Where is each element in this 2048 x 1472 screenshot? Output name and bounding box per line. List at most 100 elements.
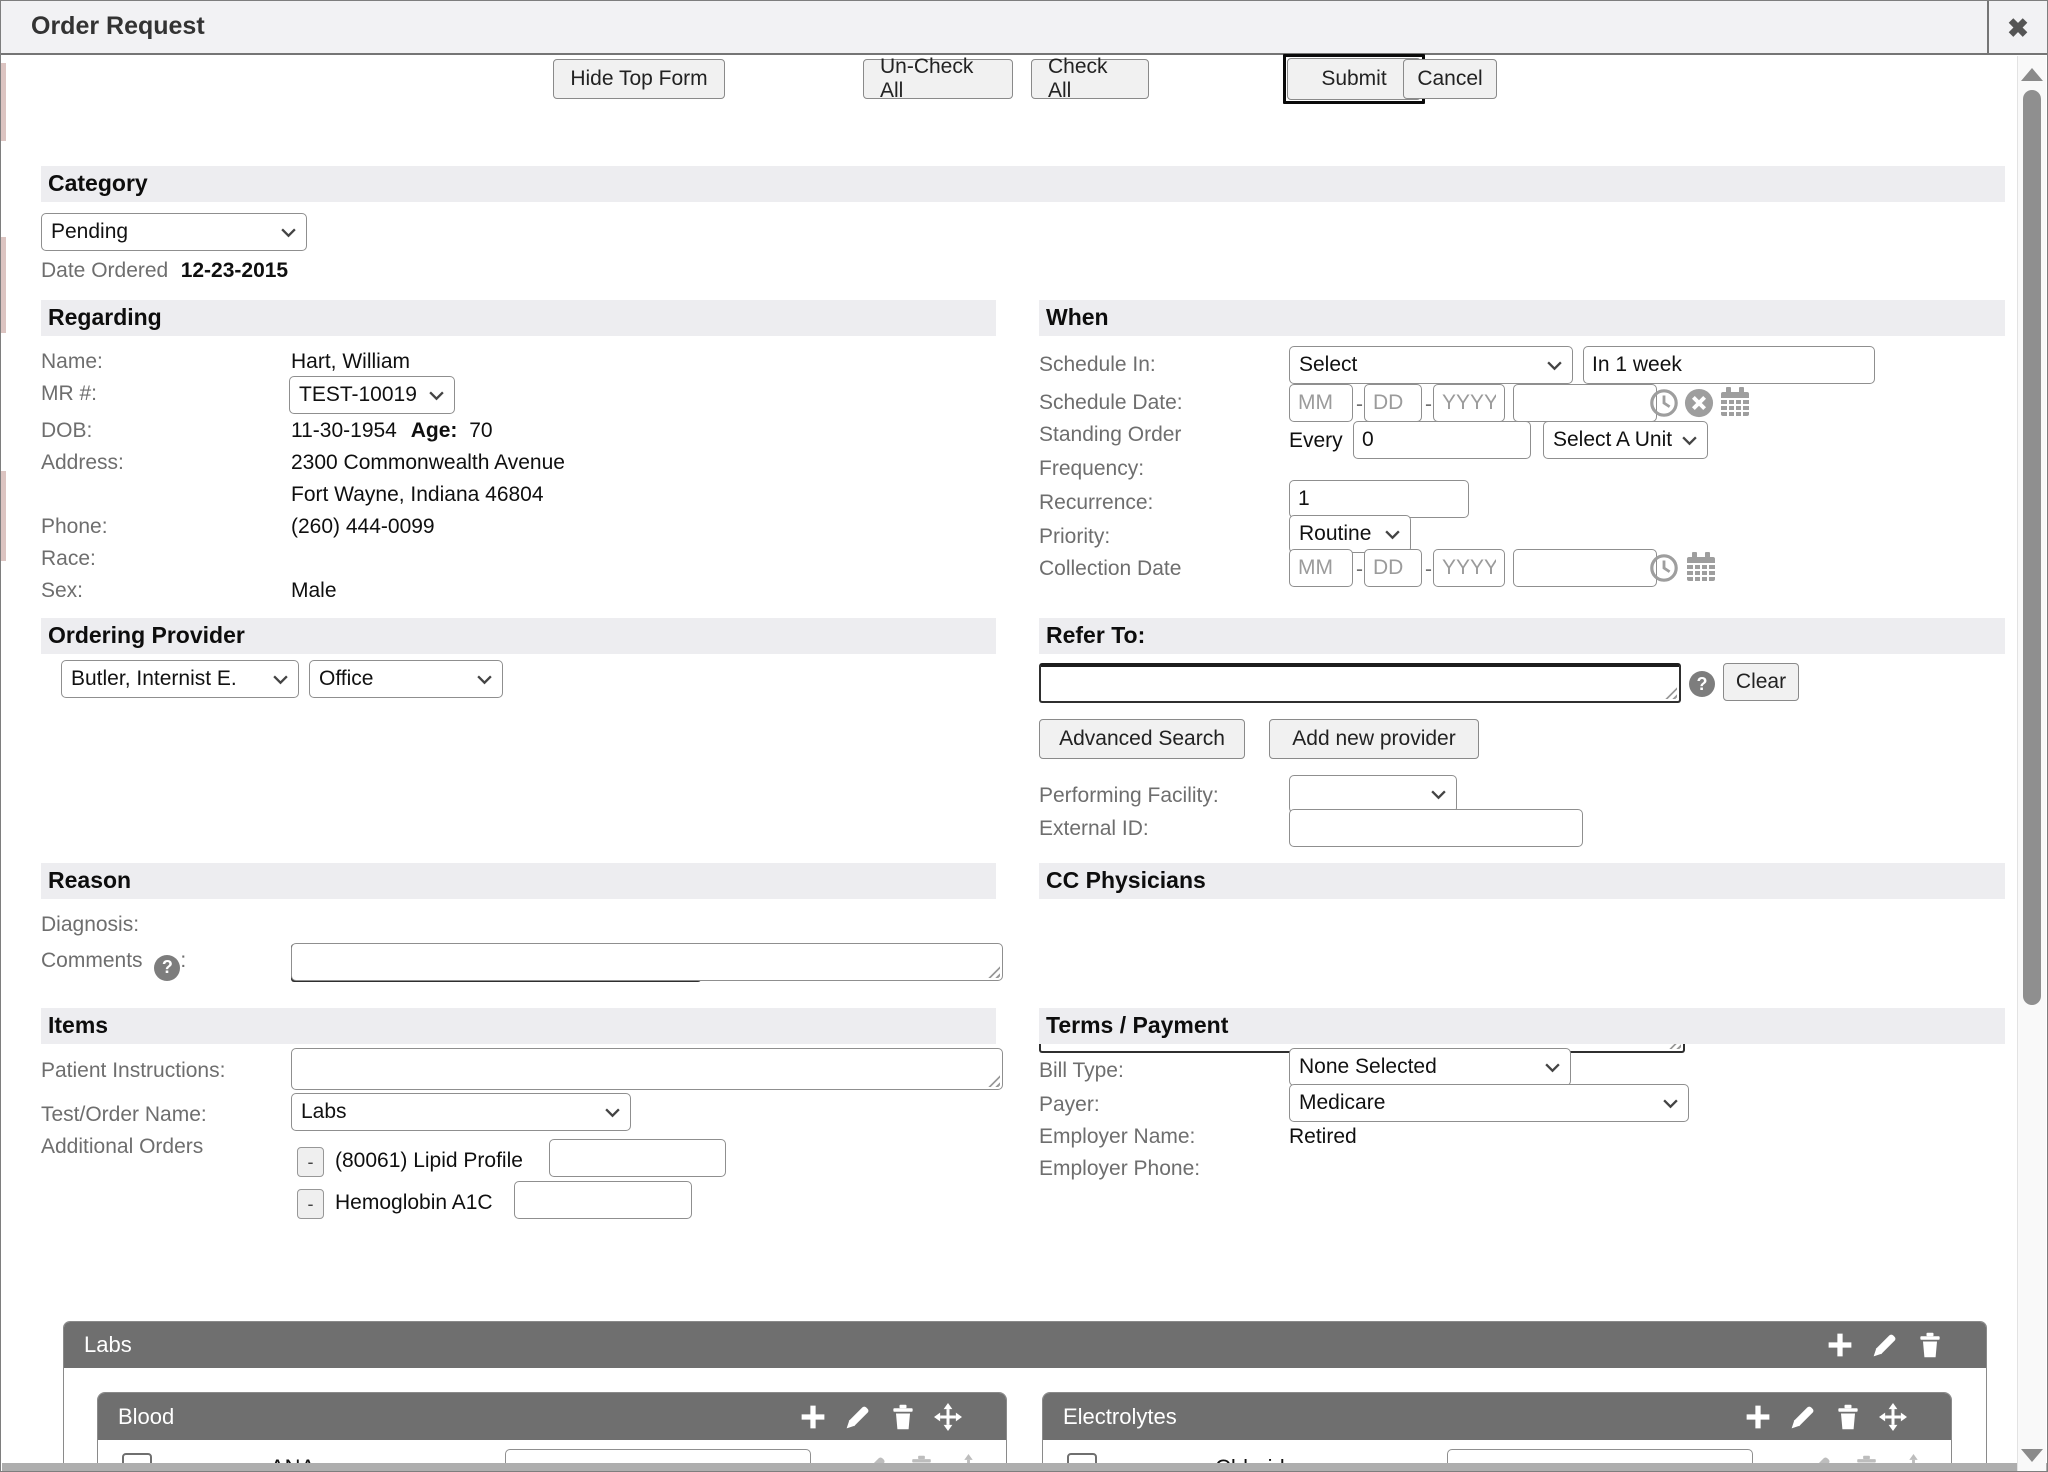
schedule-in-select[interactable]: Select — [1289, 346, 1573, 384]
vertical-scrollbar[interactable] — [2017, 56, 2046, 1472]
date-ordered-label: Date Ordered — [41, 259, 168, 282]
mr-number-select[interactable]: TEST-10019 — [289, 376, 455, 414]
labs-panel-title: Labs — [84, 1332, 132, 1358]
reason-section-header: Reason — [41, 863, 996, 899]
comments-textarea[interactable] — [291, 943, 1003, 981]
electrolytes-group-title: Electrolytes — [1063, 1404, 1177, 1430]
move-handle-icon[interactable] — [1879, 1403, 1907, 1431]
schedule-date-mm-input[interactable] — [1289, 384, 1353, 422]
payer-select[interactable]: Medicare — [1289, 1084, 1689, 1122]
diagnosis-label: Diagnosis: — [41, 913, 139, 937]
delete-trash-icon[interactable] — [889, 1403, 917, 1431]
refer-to-input[interactable] — [1039, 663, 1681, 703]
advanced-search-button[interactable]: Advanced Search — [1039, 719, 1245, 759]
every-label: Every — [1289, 429, 1343, 453]
check-all-button[interactable]: Check All — [1031, 59, 1149, 99]
provider-location-select[interactable]: Office — [309, 660, 503, 698]
resize-grip[interactable] — [987, 1074, 1000, 1087]
chevron-down-icon — [280, 227, 297, 238]
background-page-edge — [1, 63, 6, 141]
test-order-name-select[interactable]: Labs — [291, 1093, 631, 1131]
schedule-date-dd-input[interactable] — [1364, 384, 1422, 422]
remove-order-button[interactable]: - — [297, 1189, 324, 1219]
chevron-down-icon — [604, 1107, 621, 1118]
scroll-down-icon[interactable] — [2021, 1449, 2043, 1462]
refer-to-clear-button[interactable]: Clear — [1723, 663, 1799, 701]
clock-icon[interactable] — [1649, 553, 1679, 583]
chevron-down-icon — [1384, 529, 1401, 540]
edit-pencil-icon[interactable] — [1871, 1331, 1899, 1359]
refer-to-section-header: Refer To: — [1039, 618, 2005, 654]
schedule-in-text-input[interactable] — [1583, 346, 1875, 384]
scroll-up-icon[interactable] — [2021, 68, 2043, 81]
date-dash: - — [1425, 393, 1432, 417]
cancel-button[interactable]: Cancel — [1403, 59, 1497, 99]
collection-time-input[interactable] — [1513, 549, 1657, 587]
order-item-input[interactable] — [514, 1181, 692, 1219]
uncheck-all-button[interactable]: Un-Check All — [863, 59, 1013, 99]
add-icon[interactable] — [1826, 1331, 1854, 1359]
priority-label: Priority: — [1039, 525, 1110, 549]
schedule-date-yyyy-input[interactable] — [1433, 384, 1505, 422]
collection-date-mm-input[interactable] — [1289, 549, 1353, 587]
bill-type-select[interactable]: None Selected — [1289, 1048, 1571, 1086]
test-order-name-label: Test/Order Name: — [41, 1103, 207, 1127]
clear-date-icon[interactable] — [1684, 388, 1714, 418]
close-icon[interactable]: ✖ — [2007, 13, 2029, 44]
order-item-input[interactable] — [549, 1139, 726, 1177]
add-icon[interactable] — [1744, 1403, 1772, 1431]
performing-facility-label: Performing Facility: — [1039, 784, 1219, 808]
add-new-provider-button[interactable]: Add new provider — [1269, 719, 1479, 759]
electrolytes-group-panel: Electrolytes Chloride — [1042, 1392, 1952, 1472]
schedule-time-input[interactable] — [1513, 384, 1657, 422]
clock-icon[interactable] — [1649, 388, 1679, 418]
close-button[interactable]: ✖ — [1987, 1, 2047, 55]
category-select-value: Pending — [51, 220, 128, 244]
performing-facility-select[interactable] — [1289, 775, 1457, 813]
dob-value: 11-30-1954 — [291, 419, 397, 442]
date-dash: - — [1356, 558, 1363, 582]
blood-group-title: Blood — [118, 1404, 174, 1430]
hide-top-form-button[interactable]: Hide Top Form — [553, 59, 725, 99]
provider-location-value: Office — [319, 667, 373, 691]
external-id-input[interactable] — [1289, 809, 1583, 847]
patient-instructions-textarea[interactable] — [291, 1048, 1003, 1090]
schedule-in-value: Select — [1299, 353, 1357, 377]
edit-pencil-icon[interactable] — [844, 1403, 872, 1431]
priority-select[interactable]: Routine — [1289, 515, 1411, 553]
refer-to-help-icon[interactable]: ? — [1689, 671, 1715, 697]
recurrence-input[interactable] — [1289, 480, 1469, 518]
ordering-provider-select[interactable]: Butler, Internist E. — [61, 660, 299, 698]
calendar-icon[interactable] — [1719, 386, 1751, 418]
chevron-down-icon — [1544, 1062, 1561, 1073]
submit-button[interactable]: Submit — [1287, 58, 1421, 100]
date-ordered-row: Date Ordered 12-23-2015 — [41, 259, 288, 283]
payer-label: Payer: — [1039, 1093, 1100, 1117]
move-handle-icon[interactable] — [934, 1403, 962, 1431]
category-select[interactable]: Pending — [41, 213, 307, 251]
date-dash: - — [1425, 558, 1432, 582]
resize-grip[interactable] — [1664, 686, 1677, 699]
payer-value: Medicare — [1299, 1091, 1385, 1115]
add-icon[interactable] — [799, 1403, 827, 1431]
collection-date-dd-input[interactable] — [1364, 549, 1422, 587]
dialog-title: Order Request — [31, 12, 205, 41]
frequency-label: Frequency: — [1039, 457, 1144, 481]
remove-order-button[interactable]: - — [297, 1147, 324, 1177]
calendar-icon[interactable] — [1685, 551, 1717, 583]
edit-pencil-icon[interactable] — [1789, 1403, 1817, 1431]
delete-trash-icon[interactable] — [1834, 1403, 1862, 1431]
regarding-section-header: Regarding — [41, 300, 996, 336]
delete-trash-icon[interactable] — [1916, 1331, 1944, 1359]
every-input[interactable] — [1353, 421, 1531, 459]
scrollbar-thumb[interactable] — [2023, 90, 2041, 1005]
chevron-down-icon — [1662, 1098, 1679, 1109]
order-item-name: (80061) Lipid Profile — [335, 1149, 523, 1173]
collection-date-yyyy-input[interactable] — [1433, 549, 1505, 587]
comments-help-icon[interactable]: ? — [154, 955, 180, 981]
schedule-date-label: Schedule Date: — [1039, 391, 1183, 415]
resize-grip[interactable] — [987, 965, 1000, 978]
phone-label: Phone: — [41, 515, 108, 539]
unit-select[interactable]: Select A Unit — [1543, 421, 1708, 459]
age-value: 70 — [469, 419, 492, 442]
